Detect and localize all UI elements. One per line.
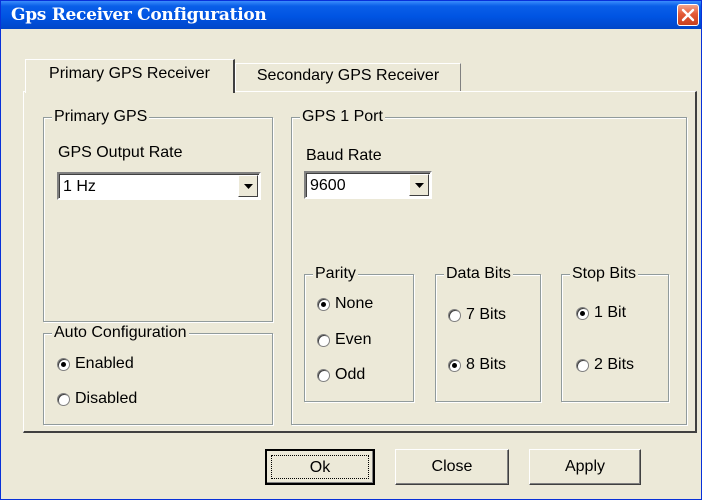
radio-label: 7 Bits <box>466 306 507 323</box>
group-parity: Parity None Even Odd <box>304 264 414 402</box>
chevron-down-icon <box>244 184 253 189</box>
title-bar[interactable]: Gps Receiver Configuration <box>1 1 701 29</box>
ok-button[interactable]: Ok <box>265 449 375 485</box>
tab-panel-primary: Primary GPS GPS Output Rate 1 Hz Auto Co… <box>23 91 697 433</box>
baud-rate-select[interactable]: 9600 <box>304 171 432 199</box>
radio-dot <box>317 334 330 347</box>
radio-label: Even <box>335 331 372 348</box>
group-auto-configuration: Auto Configuration Enabled Disabled <box>43 323 273 425</box>
radio-label: None <box>335 295 374 312</box>
radio-dot <box>317 298 330 311</box>
radio-label: 8 Bits <box>466 356 507 373</box>
chevron-down-icon <box>415 183 424 188</box>
apply-button-label: Apply <box>564 458 606 475</box>
group-data-bits: Data Bits 7 Bits 8 Bits <box>435 264 541 402</box>
gps-output-rate-select[interactable]: 1 Hz <box>57 172 261 200</box>
group-stop-bits: Stop Bits 1 Bit 2 Bits <box>561 264 669 402</box>
apply-button[interactable]: Apply <box>529 449 641 485</box>
group-primary-gps-legend: Primary GPS <box>52 107 150 127</box>
window-close-button[interactable] <box>677 4 699 26</box>
gps-output-rate-value: 1 Hz <box>63 178 96 195</box>
close-icon <box>681 8 695 22</box>
group-primary-gps: Primary GPS GPS Output Rate 1 Hz <box>43 107 273 322</box>
radio-dot <box>57 393 70 406</box>
radio-label: Enabled <box>75 355 134 372</box>
group-stop-bits-legend: Stop Bits <box>570 264 639 284</box>
gps-output-rate-label: GPS Output Rate <box>58 144 183 161</box>
group-data-bits-legend: Data Bits <box>444 264 513 284</box>
radio-label: Disabled <box>75 390 138 407</box>
baud-rate-label: Baud Rate <box>306 147 382 164</box>
tab-label: Primary GPS Receiver <box>49 65 210 82</box>
radio-label: 2 Bits <box>594 356 635 373</box>
group-gps-port: GPS 1 Port Baud Rate 9600 Parity None Ev… <box>291 107 687 425</box>
tab-label: Secondary GPS Receiver <box>256 67 440 84</box>
dialog-window: Gps Receiver Configuration Primary GPS G… <box>0 0 702 500</box>
focus-rectangle <box>271 455 369 479</box>
baud-rate-dropdown-button[interactable] <box>409 174 429 196</box>
baud-rate-value: 9600 <box>310 177 346 194</box>
radio-dot <box>448 309 461 322</box>
tab-secondary-gps-receiver[interactable]: Secondary GPS Receiver <box>235 63 461 91</box>
radio-dot <box>317 369 330 382</box>
tab-primary-gps-receiver[interactable]: Primary GPS Receiver <box>25 59 235 93</box>
group-auto-configuration-legend: Auto Configuration <box>52 323 189 343</box>
radio-dot <box>576 359 589 372</box>
radio-dot <box>576 307 589 320</box>
radio-label: Odd <box>335 366 366 383</box>
group-parity-legend: Parity <box>313 264 358 284</box>
close-button-label: Close <box>431 458 473 475</box>
window-title: Gps Receiver Configuration <box>11 5 267 25</box>
close-button[interactable]: Close <box>395 449 509 485</box>
group-gps-port-legend: GPS 1 Port <box>300 107 385 127</box>
radio-dot <box>448 359 461 372</box>
gps-output-rate-dropdown-button[interactable] <box>238 175 258 197</box>
radio-dot <box>57 358 70 371</box>
radio-label: 1 Bit <box>594 304 627 321</box>
